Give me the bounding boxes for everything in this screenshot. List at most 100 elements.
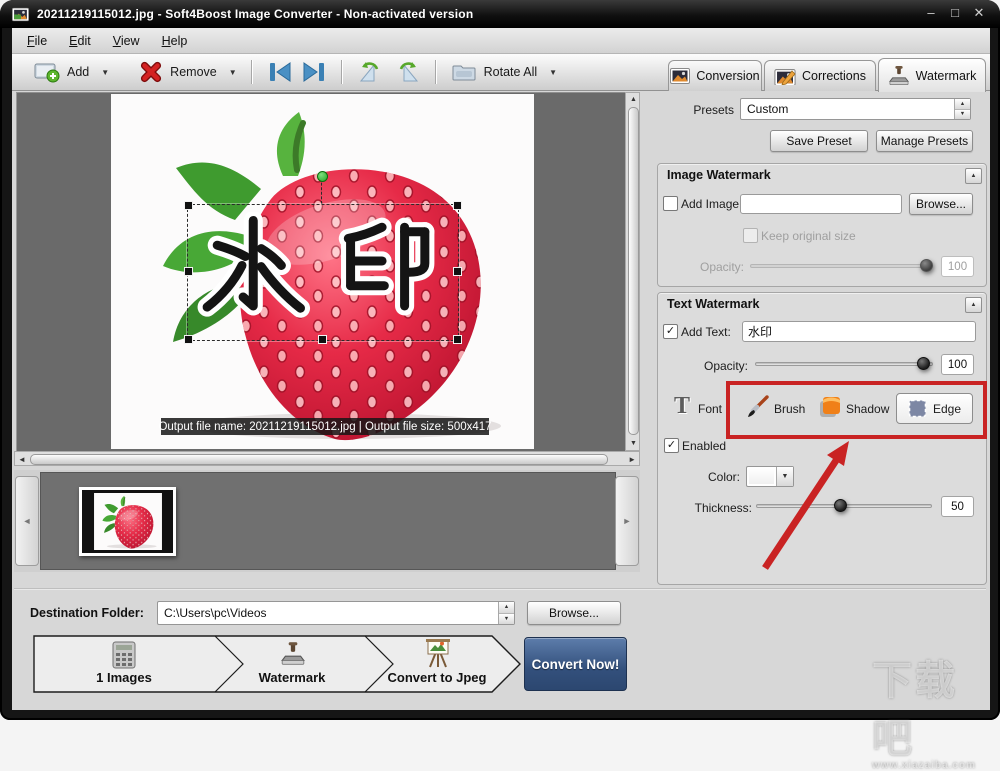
watermark-text-field[interactable] xyxy=(742,321,976,342)
remove-label: Remove xyxy=(170,65,217,79)
resize-handle-nw[interactable] xyxy=(184,201,193,210)
tab-conversion-label: Conversion xyxy=(696,69,759,83)
workflow-watermark-icon xyxy=(280,641,306,667)
image-opacity-thumb[interactable] xyxy=(920,259,933,272)
scroll-right-icon[interactable]: ► xyxy=(628,455,636,464)
add-image-label: Add Image xyxy=(681,197,739,211)
browse-destination-button[interactable]: Browse... xyxy=(527,601,621,625)
workflow-step-convert: Convert to Jpeg xyxy=(388,670,487,685)
spin-up-icon[interactable]: ▲ xyxy=(499,602,514,614)
image-watermark-collapse-button[interactable]: ▲ xyxy=(965,168,982,184)
color-dropdown[interactable]: ▼ xyxy=(746,466,794,487)
rotation-handle[interactable] xyxy=(317,171,328,182)
bottom-divider xyxy=(14,588,986,590)
presets-combo[interactable]: Custom ▲ ▼ xyxy=(740,98,971,120)
spin-down-icon[interactable]: ▼ xyxy=(955,110,970,120)
horizontal-scroll-thumb[interactable] xyxy=(30,454,608,465)
horizontal-scrollbar[interactable]: ◄ ► xyxy=(14,451,640,466)
text-opacity-label: Opacity: xyxy=(670,359,748,373)
add-caret-icon[interactable]: ▼ xyxy=(101,68,109,77)
app-window: 20211219115012.jpg - Soft4Boost Image Co… xyxy=(0,0,1000,720)
rotate-right-button[interactable] xyxy=(389,57,425,87)
thickness-value: 50 xyxy=(941,496,974,517)
thumbnail-item[interactable] xyxy=(79,487,176,556)
rotate-all-caret-icon[interactable]: ▼ xyxy=(549,68,557,77)
app-icon xyxy=(12,7,29,22)
menu-bar: File Edit View Help xyxy=(12,28,990,54)
resize-handle-se[interactable] xyxy=(453,335,462,344)
resize-handle-s[interactable] xyxy=(318,335,327,344)
destination-spinner[interactable]: ▲ ▼ xyxy=(498,602,514,624)
add-button[interactable]: Add ▼ xyxy=(30,58,113,86)
tab-watermark[interactable]: Watermark xyxy=(878,58,986,92)
add-image-icon xyxy=(34,61,60,83)
menu-edit[interactable]: Edit xyxy=(60,31,100,51)
text-watermark-collapse-button[interactable]: ▲ xyxy=(965,297,982,313)
scroll-down-icon[interactable]: ▼ xyxy=(630,440,637,447)
menu-help[interactable]: Help xyxy=(153,31,197,51)
convert-now-button[interactable]: Convert Now! xyxy=(524,637,627,691)
rotate-left-button[interactable] xyxy=(353,57,389,87)
menu-view[interactable]: View xyxy=(104,31,149,51)
preview-pane: Output file name: 20211219115012.jpg | O… xyxy=(16,92,626,452)
tab-conversion[interactable]: Conversion xyxy=(668,60,762,91)
save-preset-button[interactable]: Save Preset xyxy=(770,130,868,152)
enabled-checkbox[interactable]: ✓ xyxy=(664,438,679,453)
presets-value: Custom xyxy=(741,99,954,119)
remove-caret-icon[interactable]: ▼ xyxy=(229,68,237,77)
image-path-field[interactable] xyxy=(740,194,902,214)
maximize-button[interactable]: □ xyxy=(948,5,962,21)
rotate-all-button[interactable]: Rotate All ▼ xyxy=(447,59,561,85)
spin-down-icon[interactable]: ▼ xyxy=(499,614,514,625)
vertical-scrollbar[interactable]: ▲ ▼ xyxy=(625,92,640,451)
thickness-slider[interactable] xyxy=(756,499,932,512)
keep-original-size-checkbox[interactable] xyxy=(743,228,758,243)
resize-handle-sw[interactable] xyxy=(184,335,193,344)
text-opacity-slider[interactable] xyxy=(755,357,933,370)
browse-image-button[interactable]: Browse... xyxy=(909,193,973,215)
menu-file[interactable]: File xyxy=(18,31,56,51)
font-icon[interactable]: T xyxy=(674,393,690,420)
strip-next-button[interactable]: ► xyxy=(615,476,639,566)
add-text-checkbox[interactable]: ✓ xyxy=(663,324,678,339)
text-opacity-thumb[interactable] xyxy=(917,357,930,370)
color-label: Color: xyxy=(680,470,740,484)
image-opacity-slider[interactable] xyxy=(750,259,933,272)
preview-image[interactable]: Output file name: 20211219115012.jpg | O… xyxy=(111,94,534,449)
keep-original-size-label: Keep original size xyxy=(761,229,856,243)
add-image-checkbox[interactable] xyxy=(663,196,678,211)
destination-folder-combo[interactable]: C:\Users\pc\Videos ▲ ▼ xyxy=(157,601,515,625)
output-status-bar: Output file name: 20211219115012.jpg | O… xyxy=(161,418,489,435)
tab-corrections[interactable]: Corrections xyxy=(764,60,876,91)
window-title: 20211219115012.jpg - Soft4Boost Image Co… xyxy=(37,7,473,21)
resize-handle-ne[interactable] xyxy=(453,201,462,210)
minimize-button[interactable]: – xyxy=(924,5,938,21)
font-label[interactable]: Font xyxy=(698,402,722,416)
resize-handle-w[interactable] xyxy=(184,267,193,276)
add-label: Add xyxy=(67,65,89,79)
tab-corrections-label: Corrections xyxy=(802,69,866,83)
watermark-selection-box[interactable] xyxy=(187,204,459,341)
first-image-button[interactable] xyxy=(263,58,297,86)
enabled-label: Enabled xyxy=(682,439,726,453)
tab-watermark-label: Watermark xyxy=(916,69,977,83)
spin-up-icon[interactable]: ▲ xyxy=(955,99,970,110)
title-bar[interactable]: 20211219115012.jpg - Soft4Boost Image Co… xyxy=(0,0,1000,28)
color-dropdown-icon[interactable]: ▼ xyxy=(776,467,793,486)
scroll-up-icon[interactable]: ▲ xyxy=(630,96,637,103)
rotate-left-icon xyxy=(357,60,385,84)
close-button[interactable]: ✕ xyxy=(972,5,986,21)
folder-icon xyxy=(451,62,477,82)
vertical-scroll-thumb[interactable] xyxy=(628,107,639,435)
scroll-left-icon[interactable]: ◄ xyxy=(18,455,26,464)
remove-button[interactable]: Remove ▼ xyxy=(135,58,240,86)
thickness-thumb[interactable] xyxy=(834,499,847,512)
strip-prev-icon: ◄ xyxy=(23,516,32,526)
text-watermark-group: Text Watermark ▲ ✓ Add Text: Opacity: 10… xyxy=(657,292,987,585)
manage-presets-button[interactable]: Manage Presets xyxy=(876,130,973,152)
destination-folder-value: C:\Users\pc\Videos xyxy=(158,602,498,624)
strip-prev-button[interactable]: ◄ xyxy=(15,476,39,566)
presets-spinner[interactable]: ▲ ▼ xyxy=(954,99,970,119)
last-image-button[interactable] xyxy=(297,58,331,86)
resize-handle-e[interactable] xyxy=(453,267,462,276)
